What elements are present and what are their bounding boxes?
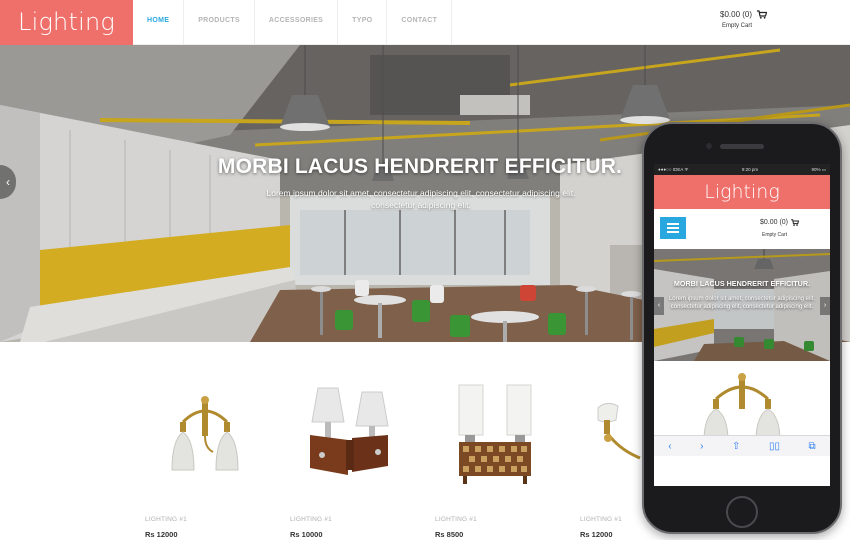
phone-home-button[interactable] <box>726 496 758 528</box>
mobile-cart-amount: $0.00 (0) <box>760 219 789 226</box>
mobile-cart-status: Empty Cart <box>762 232 788 238</box>
phone-screen: ●●●○○ IDEA ᯤ 9:20 pm 90% ▭ Lighting $0.0… <box>654 164 830 486</box>
mobile-hero-slider: MORBI LACUS HENDRERIT EFFICITUR. Lorem i… <box>654 249 830 361</box>
product-price: Rs 10000 <box>290 530 323 539</box>
product-price: Rs 12000 <box>580 530 613 539</box>
chevron-right-icon[interactable]: › <box>820 297 830 315</box>
nav-item-home[interactable]: HOME <box>133 0 185 45</box>
product-price: Rs 12000 <box>145 530 178 539</box>
product-card[interactable]: LIGHTING #1 Rs 8500 <box>435 380 555 540</box>
phone-mockup: ●●●○○ IDEA ᯤ 9:20 pm 90% ▭ Lighting $0.0… <box>642 122 842 534</box>
hamburger-menu-icon[interactable] <box>660 217 686 239</box>
mobile-product-image-area: ‹ › ⇧ ▯▯ ⧉ <box>654 361 830 456</box>
bookmarks-icon[interactable]: ▯▯ <box>769 441 780 452</box>
chevron-left-icon[interactable]: ‹ <box>654 297 664 315</box>
nav-item-accessories[interactable]: ACCESSORIES <box>255 0 339 45</box>
product-card[interactable]: LIGHTING #1 Rs 12000 <box>145 380 265 540</box>
product-name: LIGHTING #1 <box>145 516 187 523</box>
hero-subtitle: Lorem ipsum dolor sit amet, consectetur … <box>266 188 576 210</box>
site-logo[interactable]: Lighting <box>0 0 133 45</box>
phone-status-bar: ●●●○○ IDEA ᯤ 9:20 pm 90% ▭ <box>654 164 830 175</box>
mobile-cart[interactable]: $0.00 (0) <box>760 219 800 226</box>
product-image[interactable] <box>155 380 255 500</box>
forward-icon[interactable]: › <box>700 441 703 452</box>
mobile-hero-title: MORBI LACUS HENDRERIT EFFICITUR. <box>673 279 811 288</box>
cart-icon[interactable] <box>757 10 768 19</box>
cart-status: Empty Cart <box>722 23 753 29</box>
product-card[interactable]: LIGHTING #1 Rs 10000 <box>290 380 410 540</box>
nav-item-products[interactable]: PRODUCTS <box>184 0 255 45</box>
phone-carrier: ●●●○○ IDEA ᯤ <box>658 166 689 172</box>
cart-amount: $0.00 (0) <box>720 10 753 19</box>
product-image[interactable] <box>300 380 400 500</box>
product-name: LIGHTING #1 <box>290 516 332 523</box>
product-name: LIGHTING #1 <box>435 516 477 523</box>
product-price: Rs 8500 <box>435 530 464 539</box>
cart-icon[interactable] <box>791 219 800 226</box>
phone-speaker <box>720 144 764 149</box>
cart-widget[interactable]: $0.00 (0) Empty Cart <box>720 10 800 29</box>
safari-toolbar: ‹ › ⇧ ▯▯ ⧉ <box>654 435 830 456</box>
cart-amount-row: $0.00 (0) <box>720 10 800 19</box>
mobile-hero-subtitle: Lorem ipsum dolor sit amet, consectetur … <box>668 296 816 310</box>
nav-item-typo[interactable]: TYPO <box>338 0 388 45</box>
phone-time: 9:20 pm <box>741 167 759 172</box>
page: Lighting HOME PRODUCTS ACCESSORIES TYPO … <box>0 0 850 540</box>
product-name: LIGHTING #1 <box>580 516 622 523</box>
phone-battery: 90% ▭ <box>811 166 826 172</box>
mobile-site-logo[interactable]: Lighting <box>654 175 830 209</box>
back-icon[interactable]: ‹ <box>668 441 671 452</box>
product-image[interactable] <box>445 380 545 500</box>
tabs-icon[interactable]: ⧉ <box>809 441 816 452</box>
mobile-header-bar: $0.00 (0) Empty Cart <box>654 209 830 249</box>
share-icon[interactable]: ⇧ <box>732 441 740 452</box>
hero-title: MORBI LACUS HENDRERIT EFFICITUR. <box>217 155 623 178</box>
phone-camera <box>706 143 712 149</box>
site-header: Lighting HOME PRODUCTS ACCESSORIES TYPO … <box>0 0 850 45</box>
main-nav: HOME PRODUCTS ACCESSORIES TYPO CONTACT <box>133 0 453 45</box>
nav-item-contact[interactable]: CONTACT <box>387 0 453 45</box>
